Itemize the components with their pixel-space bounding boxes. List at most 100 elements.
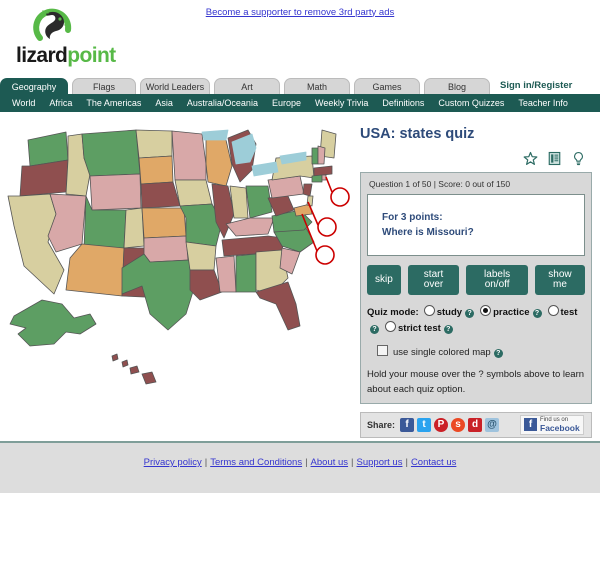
state-vermont[interactable]	[311, 147, 319, 165]
state-louisiana[interactable]	[189, 269, 223, 301]
state-oregon[interactable]	[19, 159, 69, 197]
notes-icon[interactable]	[547, 151, 562, 166]
single-color-map-row: use single colored map?	[367, 345, 585, 359]
state-colorado[interactable]	[123, 207, 145, 249]
page-title: USA: states quiz	[360, 126, 475, 142]
state-south-dakota[interactable]	[138, 155, 174, 185]
footer-link-contact-us[interactable]: Contact us	[411, 457, 456, 468]
quiz-mode-option-strict-test[interactable]: strict test	[398, 323, 441, 334]
footer-link-terms-and-conditions[interactable]: Terms and Conditions	[210, 457, 302, 468]
state-alabama[interactable]	[235, 253, 257, 293]
single-color-map-checkbox[interactable]	[377, 345, 388, 357]
state-minnesota[interactable]	[171, 130, 207, 181]
help-icon-single-color-map[interactable]: ?	[493, 349, 503, 359]
help-icon-test[interactable]: ?	[370, 324, 379, 334]
stumbleupon-share-icon[interactable]: s	[451, 417, 466, 432]
supporter-link[interactable]: Become a supporter to remove 3rd party a…	[206, 7, 395, 18]
show-me-button[interactable]: show me	[534, 265, 585, 295]
twitter-share-icon[interactable]: t	[417, 417, 432, 432]
footer-link-support-us[interactable]: Support us	[357, 457, 403, 468]
subnav-item-africa[interactable]: Africa	[49, 98, 72, 108]
state-ohio[interactable]	[245, 185, 273, 219]
state-alaska[interactable]	[9, 299, 97, 347]
subnav-item-definitions[interactable]: Definitions	[382, 98, 424, 108]
state-new-jersey[interactable]	[302, 183, 313, 197]
quiz-panel: USA: states quiz Question 1 of 50 | Scor…	[360, 126, 592, 438]
quiz-button-row: skip start over labels on/off show me	[367, 265, 585, 295]
radio-test[interactable]	[547, 305, 559, 316]
help-icon-study[interactable]: ?	[465, 309, 475, 318]
subnav-item-the-americas[interactable]: The Americas	[86, 98, 141, 108]
tab-art[interactable]: Art	[214, 78, 280, 94]
state-arizona[interactable]	[65, 243, 125, 297]
tab-games[interactable]: Games	[354, 78, 420, 94]
footer-separator-4: |	[405, 457, 408, 468]
radio-study[interactable]	[423, 305, 435, 316]
page-root: Become a supporter to remove 3rd party a…	[0, 0, 600, 577]
main-navigation: Geography Flags World Leaders Art Math G…	[0, 76, 600, 112]
state-iowa[interactable]	[174, 179, 213, 207]
state-wisconsin[interactable]	[205, 133, 233, 187]
delaware-marker[interactable]	[317, 217, 337, 237]
help-icon-strict-test[interactable]: ?	[443, 324, 453, 334]
subnav-item-custom-quizzes[interactable]: Custom Quizzes	[438, 98, 504, 108]
footer-links: Privacy policy | Terms and Conditions | Abou…	[144, 457, 457, 468]
star-icon[interactable]	[523, 151, 538, 166]
state-montana[interactable]	[81, 129, 141, 177]
rhode-island-marker[interactable]	[330, 187, 350, 207]
start-over-button[interactable]: start over	[407, 265, 460, 295]
radio-practice[interactable]	[480, 305, 492, 316]
help-icon-practice[interactable]: ?	[532, 309, 542, 318]
state-kansas[interactable]	[141, 207, 187, 239]
quiz-question-points: For 3 points:	[382, 212, 443, 223]
site-logo[interactable]: lizardpoint	[8, 8, 128, 70]
subnav-item-teacher-info[interactable]: Teacher Info	[518, 98, 568, 108]
usa-states-map[interactable]	[0, 118, 350, 418]
labels-toggle-button[interactable]: labels on/off	[466, 265, 528, 295]
tab-math[interactable]: Math	[284, 78, 350, 94]
quiz-mode-option-practice[interactable]: practice	[493, 307, 529, 318]
email-share-icon[interactable]: @	[485, 417, 500, 432]
sign-in-register-link[interactable]: Sign in/Register	[500, 78, 572, 94]
state-new-hampshire[interactable]	[317, 145, 326, 165]
skip-button[interactable]: skip	[367, 265, 401, 295]
tab-blog[interactable]: Blog	[424, 78, 490, 94]
state-nebraska[interactable]	[140, 181, 181, 209]
state-massachusetts[interactable]	[313, 165, 333, 177]
subnav-item-asia[interactable]: Asia	[155, 98, 173, 108]
district-of-columbia-marker[interactable]	[315, 245, 335, 265]
state-north-dakota[interactable]	[135, 129, 173, 159]
pinterest-share-icon[interactable]: P	[434, 417, 449, 432]
facebook-badge[interactable]: f Find us on Facebook	[520, 414, 584, 435]
state-nevada[interactable]	[47, 193, 87, 253]
logo-wordmark: lizardpoint	[16, 44, 116, 68]
state-delaware[interactable]	[306, 195, 314, 207]
tab-geography[interactable]: Geography	[0, 78, 68, 94]
state-oklahoma[interactable]	[143, 235, 189, 263]
quiz-mode-option-study[interactable]: study	[437, 307, 462, 318]
footer-link-privacy-policy[interactable]: Privacy policy	[144, 457, 202, 468]
quiz-mode-option-test[interactable]: test	[561, 307, 578, 318]
state-wyoming[interactable]	[89, 173, 142, 211]
radio-strict-test[interactable]	[385, 320, 396, 332]
tab-flags[interactable]: Flags	[72, 78, 136, 94]
state-arkansas[interactable]	[185, 241, 217, 271]
lightbulb-icon[interactable]	[571, 151, 586, 166]
tab-world-leaders[interactable]: World Leaders	[140, 78, 210, 94]
subnav-item-europe[interactable]: Europe	[272, 98, 301, 108]
footer-link-about-us[interactable]: About us	[311, 457, 349, 468]
subnav-item-weekly-trivia[interactable]: Weekly Trivia	[315, 98, 368, 108]
state-kentucky[interactable]	[225, 217, 275, 237]
state-hawaii[interactable]	[111, 353, 157, 385]
digg-share-icon[interactable]: d	[468, 417, 483, 432]
share-label: Share:	[367, 419, 396, 430]
state-mississippi[interactable]	[215, 255, 237, 293]
subnav-item-australia-oceania[interactable]: Australia/Oceania	[187, 98, 258, 108]
usa-map-svg[interactable]	[0, 118, 350, 418]
facebook-share-icon[interactable]: f	[400, 417, 415, 432]
great-lakes-superior	[201, 129, 229, 141]
logo-word-point: point	[67, 44, 116, 67]
subnav-item-world[interactable]: World	[12, 98, 35, 108]
quiz-question-area: For 3 points: Where is Missouri?	[367, 194, 585, 256]
state-connecticut[interactable]	[311, 174, 323, 183]
